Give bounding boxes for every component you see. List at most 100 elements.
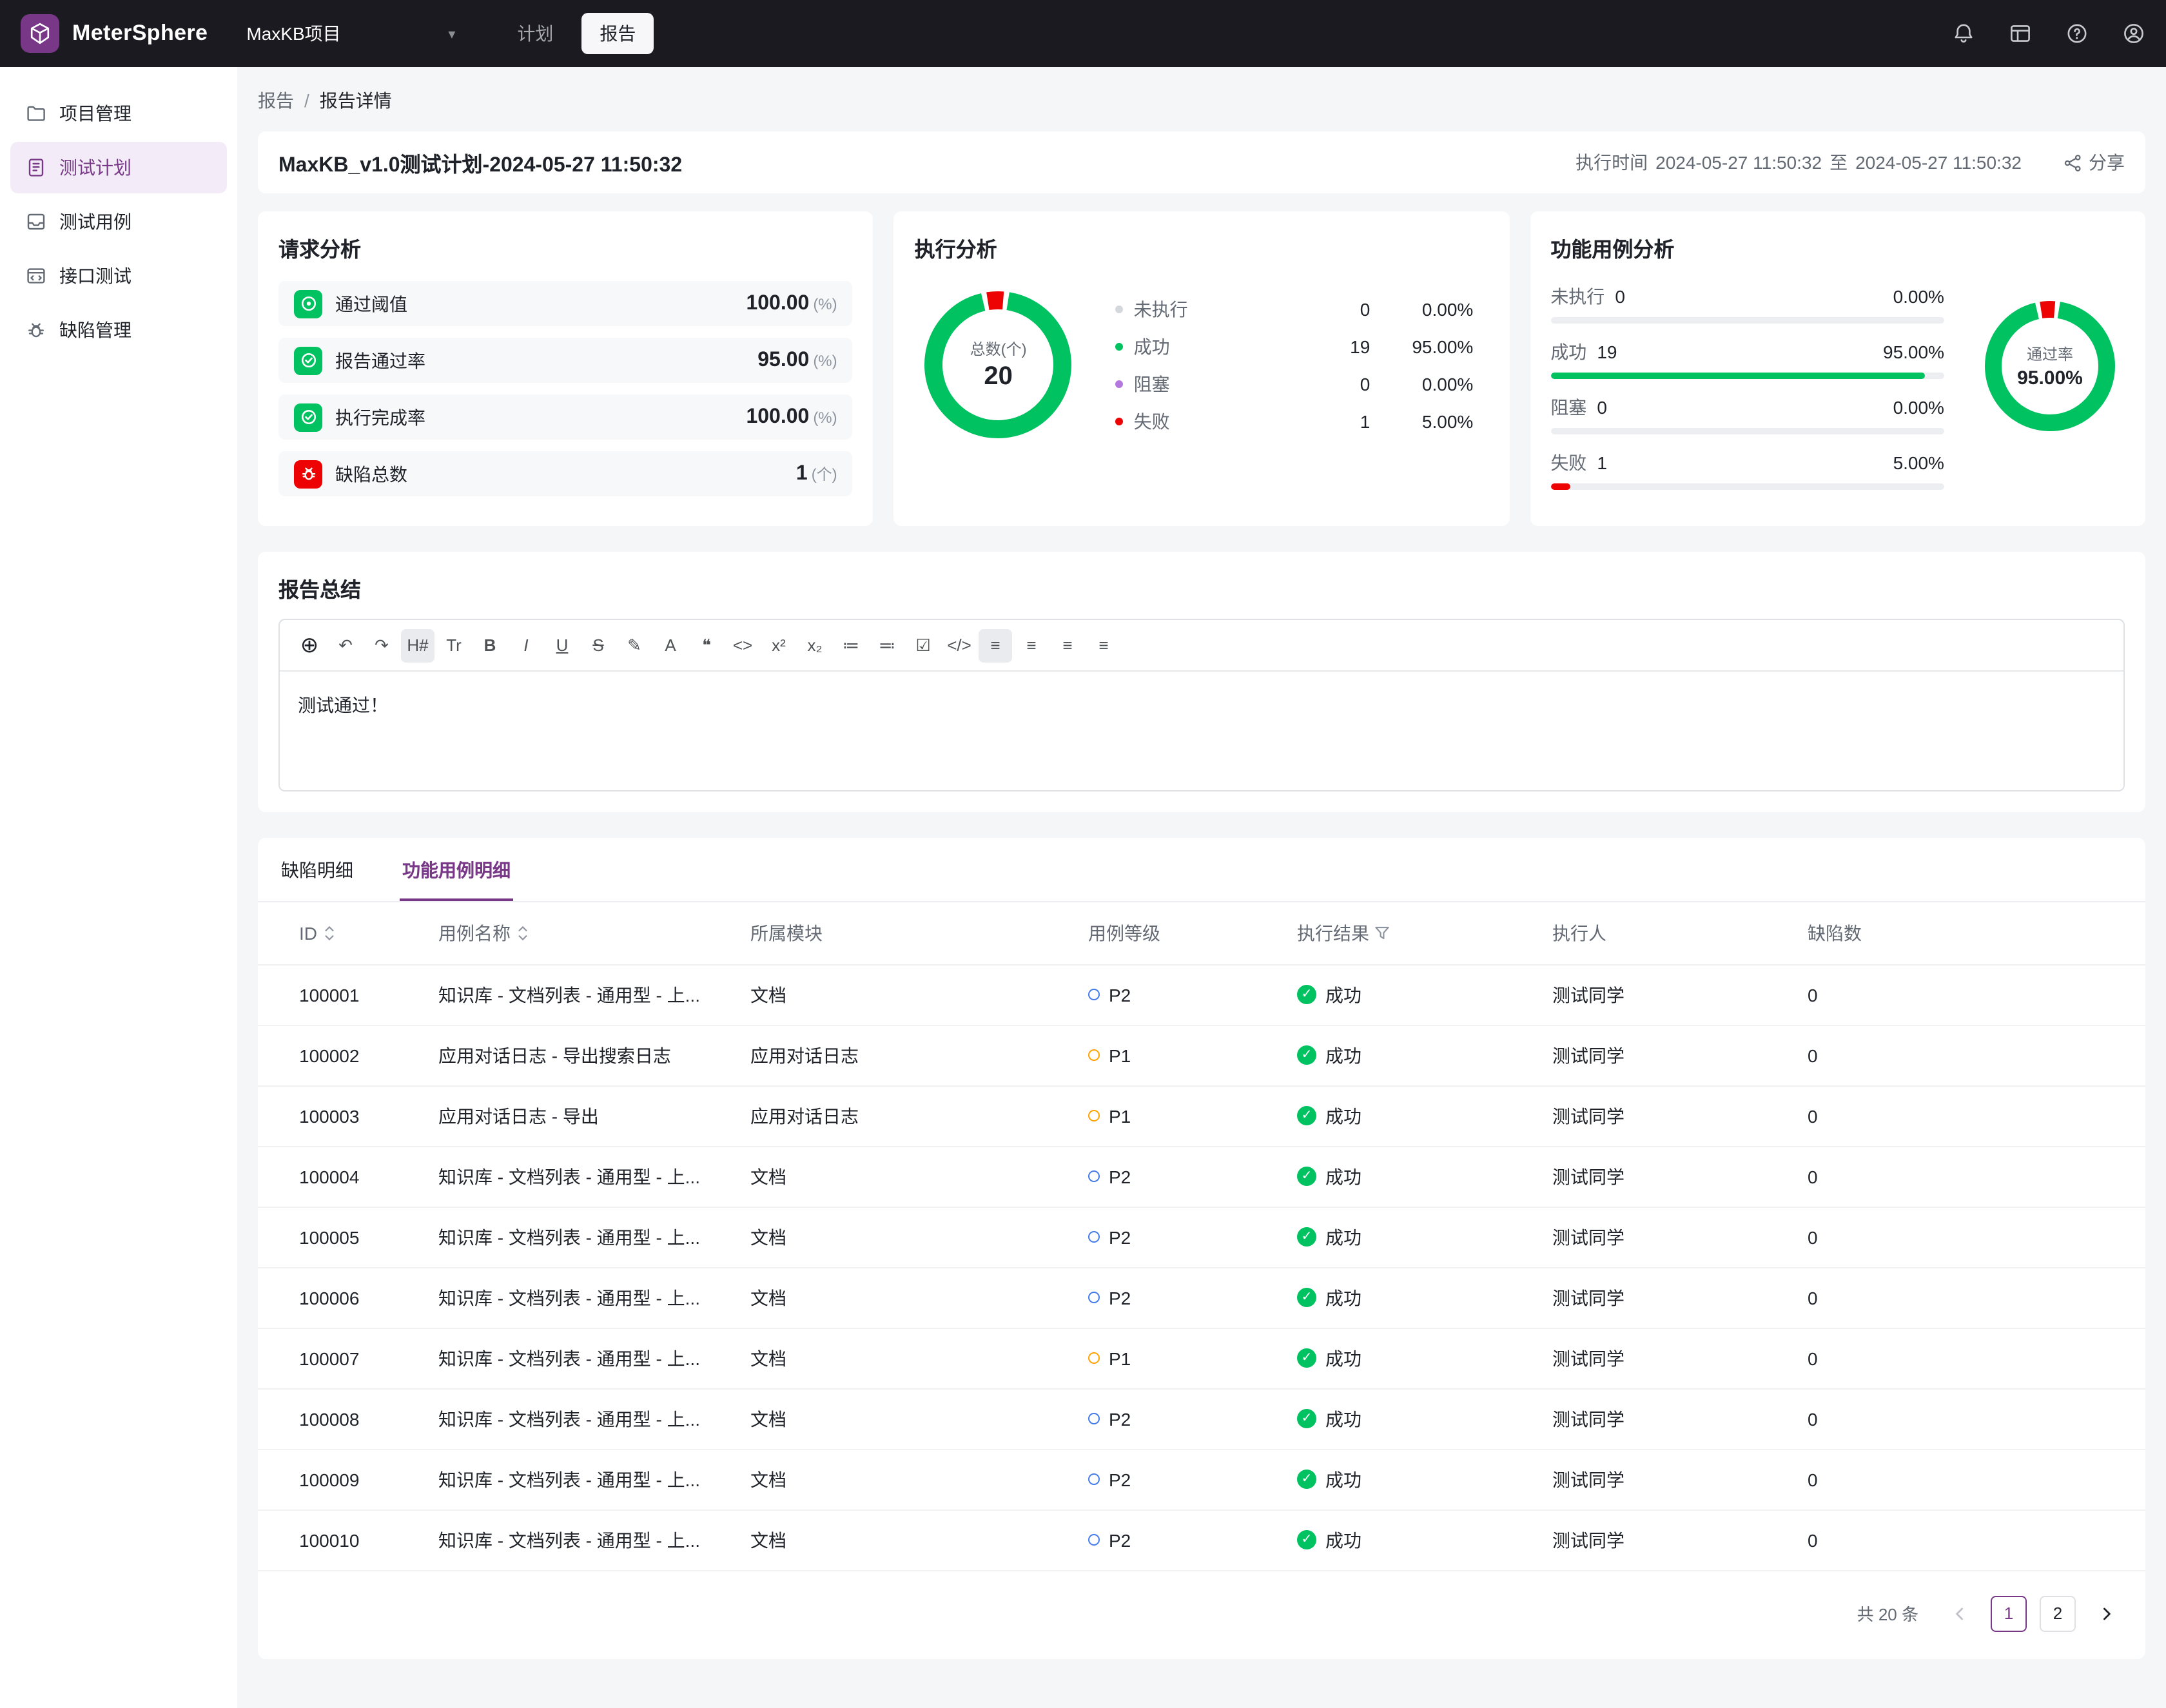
- toolbar-heading-button[interactable]: H#: [401, 628, 434, 662]
- legend-dot: [1116, 305, 1124, 313]
- metric-row-pass-rate: 报告通过率 95.00 (%): [278, 338, 853, 383]
- toolbar-subscript-button[interactable]: x₂: [798, 628, 832, 662]
- share-button[interactable]: 分享: [2063, 150, 2125, 175]
- next-page-button[interactable]: [2089, 1595, 2125, 1631]
- toolbar-bullet-list-button[interactable]: ≔: [834, 628, 868, 662]
- toolbar-code-block-button[interactable]: </>: [942, 628, 976, 662]
- toolbar-align-left-button[interactable]: ≡: [979, 628, 1012, 662]
- sidebar-item-test-plan[interactable]: 测试计划: [10, 142, 227, 193]
- table-row: 100007 知识库 - 文档列表 - 通用型 - 上... 文档 P1 成功 …: [258, 1328, 2145, 1388]
- cell-case-name[interactable]: 应用对话日志 - 导出: [428, 1085, 740, 1146]
- cell-level: P2: [1078, 1509, 1287, 1570]
- cell-module: 文档: [740, 1388, 1078, 1449]
- tab-defect-detail[interactable]: 缺陷明细: [278, 838, 356, 901]
- cell-case-name[interactable]: 知识库 - 文档列表 - 通用型 - 上...: [428, 1509, 740, 1570]
- legend-row-pending: 未执行 0 0.00%: [1116, 295, 1474, 322]
- toolbar-task-list-button[interactable]: ☑: [906, 628, 940, 662]
- toolbar-font-size-button[interactable]: Tr: [437, 628, 471, 662]
- chevron-left-icon: [1951, 1604, 1969, 1622]
- cell-case-name[interactable]: 知识库 - 文档列表 - 通用型 - 上...: [428, 1207, 740, 1267]
- help-icon[interactable]: [2065, 22, 2089, 45]
- level-dot: [1088, 1171, 1100, 1183]
- menu-report[interactable]: 报告: [581, 13, 654, 54]
- progress-track: [1550, 373, 1944, 379]
- report-title: MaxKB_v1.0测试计划-2024-05-27 11:50:32: [278, 147, 682, 178]
- success-check-icon: [1297, 1228, 1316, 1247]
- notification-bell-icon[interactable]: [1952, 22, 1975, 45]
- cell-case-name[interactable]: 知识库 - 文档列表 - 通用型 - 上...: [428, 1267, 740, 1328]
- toolbar-undo-button[interactable]: ↶: [329, 628, 362, 662]
- cell-module: 文档: [740, 1449, 1078, 1509]
- toolbar-bold-button[interactable]: B: [473, 628, 507, 662]
- sidebar-item-bug-management[interactable]: 缺陷管理: [10, 304, 227, 356]
- tab-functional-case-detail[interactable]: 功能用例明细: [400, 838, 513, 901]
- cell-result: 成功: [1287, 1449, 1542, 1509]
- request-analysis-card: 请求分析 通过阈值 100.00 (%) 报告通过率 95.00 (%): [258, 211, 873, 526]
- toolbar-redo-button[interactable]: ↷: [365, 628, 398, 662]
- metric-row-complete-rate: 执行完成率 100.00 (%): [278, 394, 853, 440]
- prev-page-button[interactable]: [1942, 1595, 1978, 1631]
- toolbar-align-justify-button[interactable]: ≡: [1087, 628, 1120, 662]
- donut-center-label: 总数(个): [970, 338, 1027, 360]
- toolbar-insert-button[interactable]: ⊕: [293, 628, 326, 662]
- sort-icon[interactable]: [322, 924, 337, 942]
- page: MeterSphere MaxKB项目 ▾ 计划 报告 项目管理 测试计划: [0, 0, 2166, 1708]
- breadcrumb-reports-link[interactable]: 报告: [258, 88, 294, 113]
- workbench-icon[interactable]: [2009, 22, 2032, 45]
- cell-executor: 测试同学: [1542, 1025, 1797, 1085]
- legend-row-success: 成功 19 95.00%: [1116, 333, 1474, 360]
- page-1-button[interactable]: 1: [1991, 1595, 2027, 1631]
- col-id[interactable]: ID: [258, 902, 428, 964]
- case-table: ID 用例名称 所属模块 用例等级 执行结果 执行人 缺陷数 100001 知识: [258, 902, 2145, 1571]
- avatar-icon[interactable]: [2122, 22, 2145, 45]
- cell-level: P2: [1078, 1267, 1287, 1328]
- level-dot: [1088, 1474, 1100, 1486]
- menu-plan[interactable]: 计划: [499, 13, 571, 54]
- cell-case-name[interactable]: 知识库 - 文档列表 - 通用型 - 上...: [428, 1146, 740, 1207]
- toolbar-superscript-button[interactable]: x²: [762, 628, 795, 662]
- toolbar-ordered-list-button[interactable]: ≕: [870, 628, 904, 662]
- cell-case-name[interactable]: 知识库 - 文档列表 - 通用型 - 上...: [428, 1449, 740, 1509]
- toolbar-align-center-button[interactable]: ≡: [1015, 628, 1048, 662]
- page-2-button[interactable]: 2: [2040, 1595, 2076, 1631]
- toolbar-blockquote-button[interactable]: ❝: [690, 628, 723, 662]
- sidebar-item-project-management[interactable]: 项目管理: [10, 88, 227, 139]
- cube-icon: [28, 22, 52, 45]
- toolbar-italic-button[interactable]: I: [509, 628, 543, 662]
- col-case-name[interactable]: 用例名称: [428, 902, 740, 964]
- project-selector[interactable]: MaxKB项目 ▾: [246, 21, 455, 46]
- cell-module: 文档: [740, 1509, 1078, 1570]
- cell-defects: 0: [1797, 1449, 2145, 1509]
- total-count: 共 20 条: [1857, 1601, 1918, 1626]
- toolbar-underline-button[interactable]: U: [545, 628, 579, 662]
- toolbar-font-color-button[interactable]: A: [654, 628, 687, 662]
- col-defects: 缺陷数: [1797, 902, 2145, 964]
- cell-case-name[interactable]: 知识库 - 文档列表 - 通用型 - 上...: [428, 964, 740, 1025]
- sidebar-item-test-case[interactable]: 测试用例: [10, 196, 227, 247]
- cell-case-name[interactable]: 知识库 - 文档列表 - 通用型 - 上...: [428, 1388, 740, 1449]
- cell-case-name[interactable]: 知识库 - 文档列表 - 通用型 - 上...: [428, 1328, 740, 1388]
- toolbar-inline-code-button[interactable]: <>: [726, 628, 759, 662]
- sidebar-item-api-test[interactable]: 接口测试: [10, 250, 227, 302]
- col-result[interactable]: 执行结果: [1287, 902, 1542, 964]
- level-dot: [1088, 1535, 1100, 1546]
- toolbar-strikethrough-button[interactable]: S: [581, 628, 615, 662]
- toolbar-highlight-button[interactable]: ✎: [618, 628, 651, 662]
- cell-case-name[interactable]: 应用对话日志 - 导出搜索日志: [428, 1025, 740, 1085]
- breadcrumb-separator: /: [304, 90, 309, 111]
- success-check-icon: [1297, 1410, 1316, 1429]
- filter-icon[interactable]: [1374, 926, 1390, 941]
- col-level: 用例等级: [1078, 902, 1287, 964]
- sidebar-item-label: 测试用例: [59, 209, 132, 235]
- progress-track: [1550, 317, 1944, 324]
- cell-executor: 测试同学: [1542, 1267, 1797, 1328]
- complete-rate-icon: [294, 403, 322, 431]
- sort-icon[interactable]: [516, 924, 530, 942]
- breadcrumb-current: 报告详情: [320, 88, 392, 113]
- stat-row-blocked: 阻塞 0 0.00%: [1550, 394, 1944, 434]
- summary-content[interactable]: 测试通过！: [280, 672, 2123, 790]
- case-stat-bars: 未执行 0 0.00% 成功 19 95.00%: [1550, 284, 1944, 505]
- level-dot: [1088, 1232, 1100, 1243]
- toolbar-align-right-button[interactable]: ≡: [1051, 628, 1084, 662]
- cell-id: 100006: [258, 1267, 428, 1328]
